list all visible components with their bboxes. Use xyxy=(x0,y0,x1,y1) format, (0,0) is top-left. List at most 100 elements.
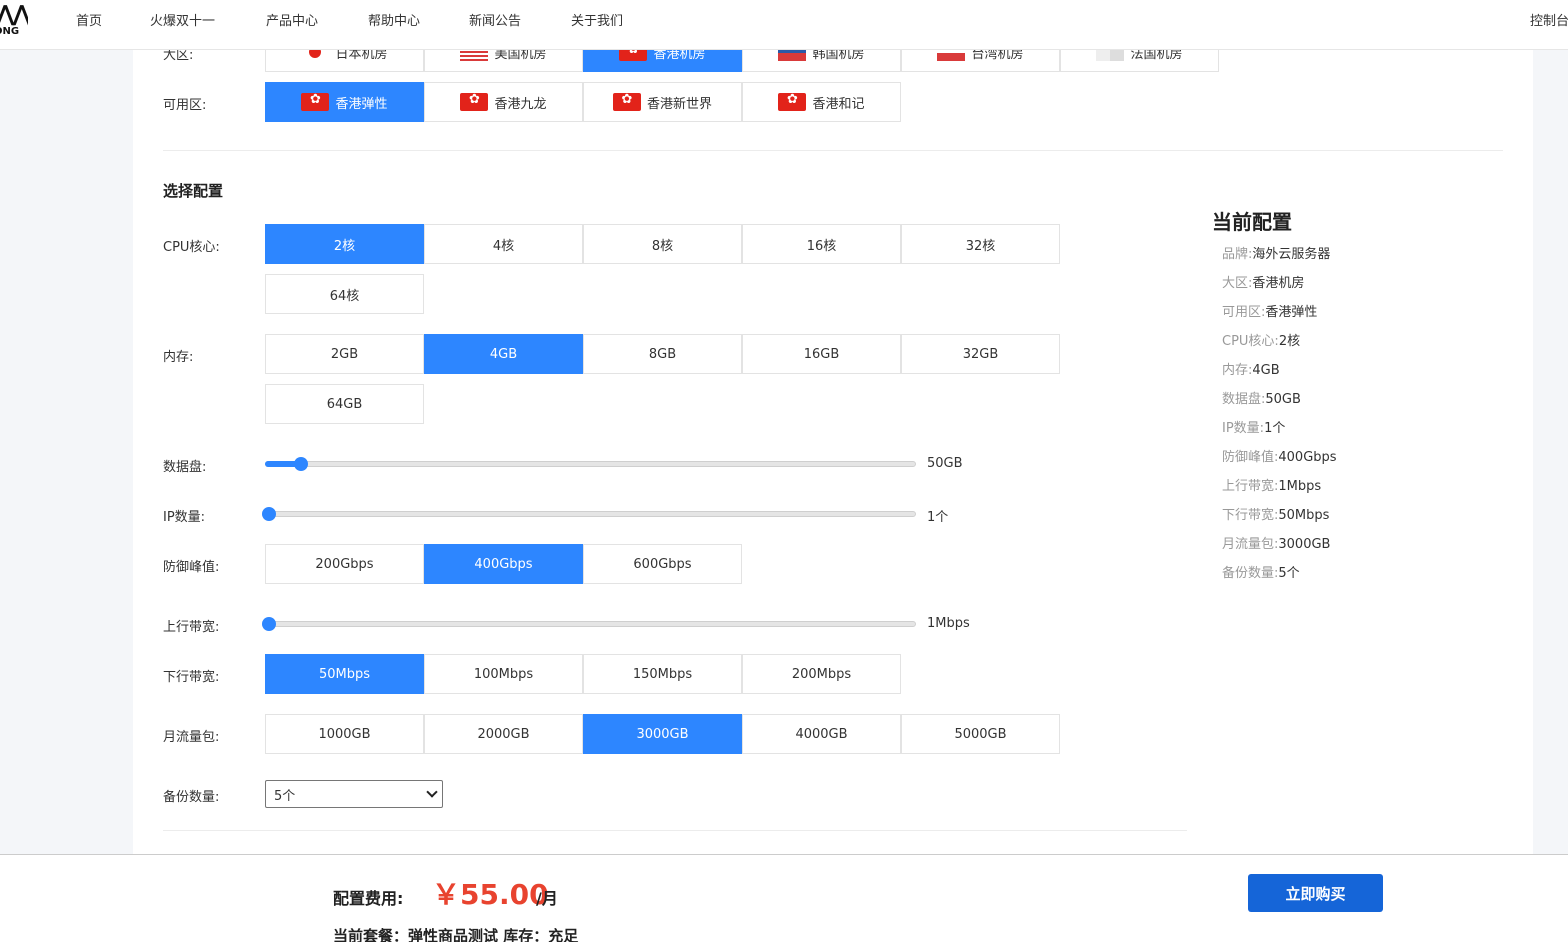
summary-value: 50Mbps xyxy=(1278,508,1330,523)
backup-label: 备份数量: xyxy=(163,790,220,805)
logo-text: ONG xyxy=(0,26,20,37)
upload-slider-track[interactable] xyxy=(265,621,916,627)
cpu-option[interactable]: 16核 xyxy=(742,224,901,264)
summary-key: IP数量: xyxy=(1222,421,1265,436)
ddos-option[interactable]: 600Gbps xyxy=(583,544,742,584)
summary-key: 可用区: xyxy=(1222,305,1266,320)
summary-key: 大区: xyxy=(1222,276,1253,291)
option-label: 香港新世界 xyxy=(646,96,712,112)
ip-slider-handle[interactable] xyxy=(262,507,276,521)
option-label: 200Mbps xyxy=(791,666,852,682)
disk-slider-handle[interactable] xyxy=(294,457,308,471)
memory-option[interactable]: 32GB xyxy=(901,334,1060,374)
download-label: 下行带宽: xyxy=(163,670,220,685)
summary-key: 月流量包: xyxy=(1222,537,1279,552)
summary-key: CPU核心: xyxy=(1222,334,1279,349)
summary-key: 上行带宽: xyxy=(1222,479,1279,494)
download-option[interactable]: 50Mbps xyxy=(265,654,424,694)
flag-hk-icon xyxy=(460,92,489,111)
option-label: 8GB xyxy=(648,346,677,362)
top-nav: ⋀⋀ ONG 首页 火爆双十一 产品中心 帮助中心 新闻公告 关于我们 控制台 xyxy=(0,0,1568,50)
summary-row: CPU核心:2核 xyxy=(1222,330,1300,349)
zone-option[interactable]: 香港新世界 xyxy=(583,82,742,122)
traffic-option[interactable]: 5000GB xyxy=(901,714,1060,754)
buy-now-button[interactable]: 立即购买 xyxy=(1248,874,1383,912)
ip-slider-track[interactable] xyxy=(265,511,916,517)
logo[interactable]: ⋀⋀ ONG xyxy=(0,0,28,40)
summary-value: 400Gbps xyxy=(1278,450,1337,465)
summary-value: 5个 xyxy=(1278,566,1300,581)
summary-key: 防御峰值: xyxy=(1222,450,1279,465)
ddos-label: 防御峰值: xyxy=(163,560,220,575)
upload-label: 上行带宽: xyxy=(163,620,220,635)
memory-option[interactable]: 8GB xyxy=(583,334,742,374)
summary-key: 品牌: xyxy=(1222,247,1253,262)
upload-value: 1Mbps xyxy=(927,616,970,631)
summary-value: 1个 xyxy=(1264,421,1286,436)
download-option[interactable]: 150Mbps xyxy=(583,654,742,694)
upload-slider-handle[interactable] xyxy=(262,617,276,631)
summary-row: 内存:4GB xyxy=(1222,359,1280,378)
memory-option[interactable]: 16GB xyxy=(742,334,901,374)
option-label: 香港和记 xyxy=(812,96,865,112)
summary-title: 当前配置 xyxy=(1212,210,1292,234)
zone-option[interactable]: 香港弹性 xyxy=(265,82,424,122)
traffic-option[interactable]: 2000GB xyxy=(424,714,583,754)
flag-hk-icon xyxy=(612,92,641,111)
nav-about[interactable]: 关于我们 xyxy=(571,10,623,29)
summary-key: 下行带宽: xyxy=(1222,508,1279,523)
nav-products[interactable]: 产品中心 xyxy=(266,10,318,29)
plan-info: 当前套餐：弹性商品测试 库存：充足 xyxy=(333,927,579,942)
summary-row: 数据盘:50GB xyxy=(1222,388,1301,407)
nav-home[interactable]: 首页 xyxy=(76,10,102,29)
ddos-option[interactable]: 400Gbps xyxy=(424,544,583,584)
config-title: 选择配置 xyxy=(163,182,224,200)
option-label: 150Mbps xyxy=(632,666,693,682)
summary-value: 50GB xyxy=(1265,392,1301,407)
option-label: 8核 xyxy=(651,238,674,254)
option-label: 2GB xyxy=(330,346,359,362)
divider xyxy=(163,830,1187,831)
backup-select[interactable]: 5个 xyxy=(265,780,443,808)
nav-help[interactable]: 帮助中心 xyxy=(368,10,420,29)
summary-value: 海外云服务器 xyxy=(1252,247,1331,262)
cpu-option[interactable]: 32核 xyxy=(901,224,1060,264)
flag-hk-icon xyxy=(301,92,330,111)
cpu-option[interactable]: 2核 xyxy=(265,224,424,264)
nav-double-eleven[interactable]: 火爆双十一 xyxy=(150,10,215,29)
option-label: 4000GB xyxy=(795,726,848,742)
option-label: 3000GB xyxy=(636,726,689,742)
ddos-option[interactable]: 200Gbps xyxy=(265,544,424,584)
traffic-option[interactable]: 4000GB xyxy=(742,714,901,754)
summary-row: 防御峰值:400Gbps xyxy=(1222,446,1337,465)
traffic-option[interactable]: 1000GB xyxy=(265,714,424,754)
summary-value: 香港弹性 xyxy=(1265,305,1318,320)
summary-row: 上行带宽:1Mbps xyxy=(1222,475,1321,494)
memory-option[interactable]: 4GB xyxy=(424,334,583,374)
checkout-bar: 配置费用: ￥55.00 /月 当前套餐：弹性商品测试 库存：充足 立即购买 xyxy=(0,854,1568,942)
cpu-option[interactable]: 8核 xyxy=(583,224,742,264)
download-option[interactable]: 200Mbps xyxy=(742,654,901,694)
traffic-option[interactable]: 3000GB xyxy=(583,714,742,754)
disk-slider-track[interactable] xyxy=(265,461,916,467)
nav-news[interactable]: 新闻公告 xyxy=(469,10,521,29)
memory-option[interactable]: 2GB xyxy=(265,334,424,374)
zone-option[interactable]: 香港九龙 xyxy=(424,82,583,122)
summary-value: 1Mbps xyxy=(1278,479,1322,494)
download-option[interactable]: 100Mbps xyxy=(424,654,583,694)
summary-key: 内存: xyxy=(1222,363,1253,378)
option-label: 32GB xyxy=(962,346,999,362)
summary-row: 大区:香港机房 xyxy=(1222,272,1304,291)
cpu-label: CPU核心: xyxy=(163,240,220,255)
option-label: 100Mbps xyxy=(473,666,534,682)
summary-row: 月流量包:3000GB xyxy=(1222,533,1330,552)
summary-row: 品牌:海外云服务器 xyxy=(1222,243,1330,262)
cpu-option[interactable]: 4核 xyxy=(424,224,583,264)
nav-console[interactable]: 控制台 xyxy=(1530,10,1568,29)
zone-option[interactable]: 香港和记 xyxy=(742,82,901,122)
memory-option[interactable]: 64GB xyxy=(265,384,424,424)
summary-value: 香港机房 xyxy=(1252,276,1305,291)
cpu-option[interactable]: 64核 xyxy=(265,274,424,314)
summary-value: 2核 xyxy=(1278,334,1301,349)
option-label: 1000GB xyxy=(318,726,371,742)
